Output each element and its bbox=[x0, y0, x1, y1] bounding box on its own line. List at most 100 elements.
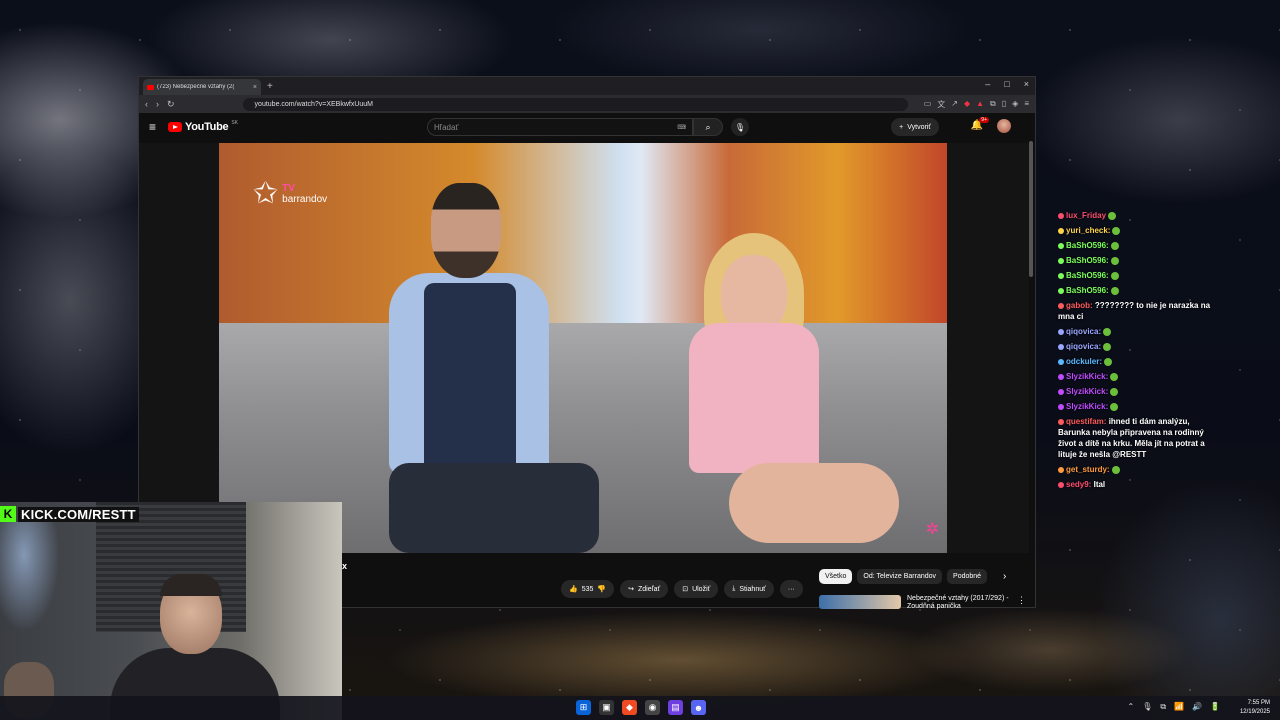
system-tray: ⌃ 🎙 ⧉ 📶 🔊 🔋 bbox=[1128, 702, 1220, 712]
search-placeholder: Hľadať bbox=[434, 122, 459, 132]
recommended-thumbnail[interactable] bbox=[819, 595, 901, 609]
man-figure bbox=[369, 183, 599, 553]
create-button[interactable]: + Vytvoriť bbox=[891, 118, 939, 136]
mic-tray-icon[interactable]: 🎙 bbox=[1142, 702, 1152, 712]
new-tab-button[interactable]: + bbox=[267, 81, 273, 92]
chip-all[interactable]: Všetko bbox=[819, 569, 853, 584]
tray-expand-icon[interactable]: ⌃ bbox=[1128, 702, 1135, 712]
recommended-menu-icon[interactable]: ⋮ bbox=[1017, 595, 1026, 612]
download-icon: ⤓ bbox=[732, 585, 736, 592]
rewards-icon[interactable]: ▲ bbox=[976, 99, 984, 110]
sidebar-icon[interactable]: ▯ bbox=[1002, 99, 1006, 110]
url-field[interactable]: youtube.com/watch?v=XEBkwfxUuuM bbox=[242, 97, 908, 111]
chat-badge-icon bbox=[1058, 373, 1064, 380]
chevron-right-icon[interactable]: › bbox=[1003, 571, 1006, 582]
chat-username[interactable]: questifam: bbox=[1066, 417, 1106, 426]
translate-icon[interactable]: 文 bbox=[937, 99, 945, 110]
browser-menu-icon[interactable]: ≡ bbox=[1024, 99, 1029, 110]
youtube-wordmark: YouTube bbox=[185, 121, 229, 133]
chat-message: questifam: ihned ti dám analýzu, Barunka… bbox=[1058, 416, 1218, 460]
chat-username[interactable]: qiqovica: bbox=[1066, 342, 1101, 351]
chat-username[interactable]: qiqovica: bbox=[1066, 327, 1101, 336]
emote-icon bbox=[1110, 286, 1119, 295]
maximize-button[interactable]: □ bbox=[1004, 79, 1009, 89]
chip-related[interactable]: Podobné bbox=[947, 569, 988, 584]
youtube-logo[interactable]: YouTube SK bbox=[168, 120, 239, 133]
youtube-play-icon bbox=[168, 122, 183, 132]
video-frame[interactable]: ✩ TV barrandov ✲ bbox=[219, 143, 947, 553]
recommended-video[interactable]: Nebezpečné vztahy (2017/292) - Zoudňná p… bbox=[819, 595, 1026, 612]
extensions-area: ▭ 文 ↗ ◆ ▲ ⧉ ▯ ◈ ≡ bbox=[924, 99, 1029, 110]
download-button[interactable]: ⤓ Stiahnuť bbox=[724, 580, 774, 598]
tab-close-icon[interactable]: × bbox=[253, 84, 257, 91]
clock-date: 12/19/2025 bbox=[1239, 709, 1270, 715]
brand-tv: TV bbox=[282, 183, 295, 194]
reload-button[interactable]: ↻ bbox=[167, 99, 175, 110]
minimize-button[interactable]: – bbox=[985, 79, 990, 89]
extensions-icon[interactable]: ⧉ bbox=[990, 99, 996, 110]
chat-badge-icon bbox=[1058, 466, 1064, 473]
lamp-glow bbox=[0, 522, 60, 632]
chat-username[interactable]: SlyzikKick: bbox=[1066, 387, 1108, 396]
save-button[interactable]: ⊡ Uložiť bbox=[674, 580, 719, 598]
chat-username[interactable]: BaShO596: bbox=[1066, 241, 1109, 250]
close-window-button[interactable]: × bbox=[1024, 79, 1029, 89]
cast-icon[interactable]: ▭ bbox=[924, 99, 932, 110]
thumbs-down-icon[interactable]: 👎 bbox=[597, 585, 606, 593]
battery-icon[interactable]: 🔋 bbox=[1210, 702, 1220, 712]
chat-username[interactable]: odckuler: bbox=[1066, 357, 1102, 366]
obs-icon[interactable]: ◉ bbox=[645, 700, 660, 715]
chat-username[interactable]: lux_Friday bbox=[1066, 211, 1106, 220]
corner-logo-icon: ✲ bbox=[925, 521, 939, 538]
chat-message: BaShO596: bbox=[1058, 270, 1218, 281]
chat-username[interactable]: yuri_check: bbox=[1066, 226, 1110, 235]
windows-start-icon[interactable]: ⊞ bbox=[576, 700, 591, 715]
keyboard-icon[interactable]: ⌨ bbox=[677, 124, 686, 131]
like-button[interactable]: 👍 535 👎 bbox=[561, 580, 615, 598]
share-label: Zdieľať bbox=[638, 585, 661, 593]
twitch-icon[interactable]: ▤ bbox=[668, 700, 683, 715]
forward-button[interactable]: › bbox=[156, 99, 159, 109]
kick-logo-icon: K bbox=[0, 506, 16, 522]
back-button[interactable]: ‹ bbox=[145, 99, 148, 109]
display-tray-icon[interactable]: ⧉ bbox=[1160, 702, 1166, 712]
more-actions-button[interactable]: ··· bbox=[779, 580, 803, 598]
search-button[interactable]: ⌕ bbox=[693, 118, 723, 136]
chip-from-channel[interactable]: Od: Televize Barrandov bbox=[857, 569, 943, 584]
chat-message: BaShO596: bbox=[1058, 255, 1218, 266]
mic-icon[interactable]: 🎙 bbox=[731, 118, 749, 136]
chat-username[interactable]: gabob: bbox=[1066, 301, 1093, 310]
chat-message: SlyzikKick: bbox=[1058, 401, 1218, 412]
save-label: Uložiť bbox=[692, 585, 711, 593]
tab-youtube[interactable]: (723) Nebezpečné vztahy (2( × bbox=[143, 79, 261, 95]
webcam-overlay bbox=[0, 502, 342, 720]
avatar[interactable] bbox=[997, 119, 1011, 133]
chat-username[interactable]: get_sturdy: bbox=[1066, 465, 1110, 474]
menu-icon[interactable]: ≡ bbox=[149, 120, 156, 134]
chat-username[interactable]: SlyzikKick: bbox=[1066, 402, 1108, 411]
like-count: 535 bbox=[581, 585, 594, 593]
search-input[interactable]: Hľadať ⌨ bbox=[427, 118, 693, 136]
brave-shield-icon[interactable]: ◆ bbox=[964, 99, 970, 110]
chat-username[interactable]: SlyzikKick: bbox=[1066, 372, 1108, 381]
youtube-favicon-icon bbox=[147, 84, 154, 90]
chat-username[interactable]: sedy9: bbox=[1066, 480, 1091, 489]
wallet-icon[interactable]: ◈ bbox=[1012, 99, 1018, 110]
download-label: Stiahnuť bbox=[739, 585, 766, 593]
recommended-title[interactable]: Nebezpečné vztahy (2017/292) - Zoudňná p… bbox=[907, 595, 1011, 612]
volume-icon[interactable]: 🔊 bbox=[1192, 702, 1202, 712]
brand-name: barrandov bbox=[282, 194, 328, 205]
chat-username[interactable]: BaShO596: bbox=[1066, 256, 1109, 265]
region-code: SK bbox=[231, 120, 239, 126]
network-icon[interactable]: 📶 bbox=[1174, 702, 1184, 712]
video-player[interactable]: ✩ TV barrandov ✲ bbox=[139, 143, 1029, 553]
discord-icon[interactable]: ☻ bbox=[691, 700, 706, 715]
task-view-icon[interactable]: ▣ bbox=[599, 700, 614, 715]
clock[interactable]: 7:55 PM 12/19/2025 bbox=[1240, 699, 1270, 717]
chat-username[interactable]: BaShO596: bbox=[1066, 271, 1109, 280]
page-scrollbar[interactable] bbox=[1029, 141, 1033, 277]
brave-browser-icon[interactable]: ◆ bbox=[622, 700, 637, 715]
share-button[interactable]: ↪ Zdieľať bbox=[620, 580, 669, 598]
share-icon[interactable]: ↗ bbox=[951, 99, 958, 110]
chat-username[interactable]: BaShO596: bbox=[1066, 286, 1109, 295]
